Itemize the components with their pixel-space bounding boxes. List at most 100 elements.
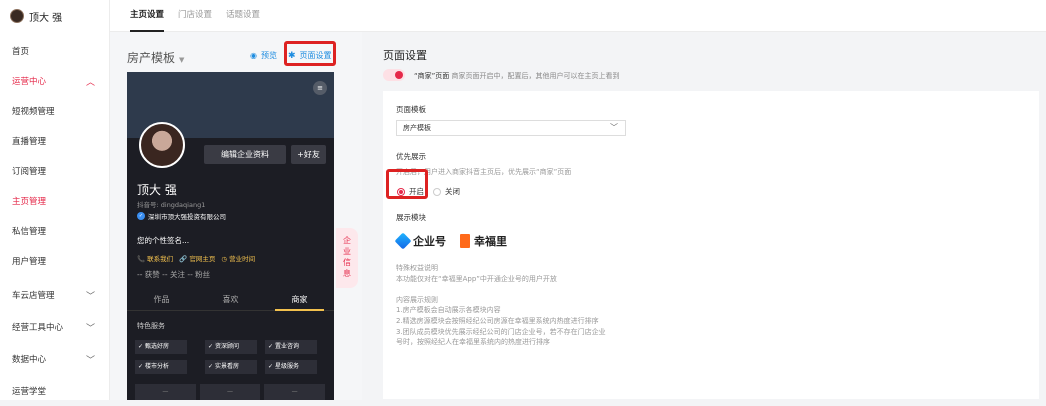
tab-merchant[interactable]: 商家 (265, 289, 334, 311)
company-info-tab[interactable]: 企业信息 (336, 228, 358, 288)
profile-stats: -- 获赞 -- 关注 -- 粉丝 (137, 270, 211, 279)
tab-homepage-settings[interactable]: 主页设置 (130, 0, 165, 32)
sidebar-item-homepage[interactable]: 主页管理 (0, 186, 109, 216)
radio-unselected-icon (433, 187, 441, 196)
desc-line: 号时，按照经纪人在幸福里系统内的热度进行排序 (396, 338, 550, 347)
douyin-id: 抖音号: dingdaqiang1 (137, 201, 206, 209)
menu-icon[interactable]: ≡ (313, 81, 327, 95)
toggle-hint: 商家页面开启中，配置后，其他用户可以在主页上看到 (451, 72, 620, 80)
template-select[interactable]: 房产模板 ﹀ (396, 120, 626, 136)
chevron-down-icon: ﹀ (85, 291, 95, 302)
desc-line: 特殊权益说明 (396, 264, 438, 272)
user-avatar (10, 9, 24, 23)
bottom-cards: — — — (135, 384, 326, 400)
radio-disable-label: 关闭 (445, 187, 460, 196)
chevron-down-icon: ﹀ (85, 323, 95, 334)
sidebar-item-car-store[interactable]: 车云店管理 ﹀ (0, 280, 109, 310)
sidebar-item-data[interactable]: 数据中心 ﹀ (0, 344, 109, 374)
preview-button[interactable]: ◉ 预览 (250, 50, 277, 61)
sidebar-item-label: 运营中心 (12, 77, 47, 87)
tab-store-settings[interactable]: 门店设置 (178, 0, 212, 32)
card-placeholder: — (264, 384, 326, 400)
service-tag: ✓ 星级服务 (265, 360, 317, 374)
module-label: 展示模块 (396, 213, 426, 222)
caret-down-icon: ▼ (179, 56, 185, 64)
phone-preview: ≡ 编辑企业资料 +好友 顶大 强 抖音号: dingdaqiang1 ✓ 深圳市… (127, 72, 334, 400)
module-logos: 企业号 幸福里 (394, 232, 507, 250)
radio-disable[interactable]: 关闭 (433, 186, 460, 197)
service-tag: ✓ 实景看房 (205, 360, 257, 374)
sidebar-item-live[interactable]: 直播管理 (0, 126, 109, 156)
sidebar-nav: 首页 运营中心 ︿ 短视频管理 直播管理 订阅管理 主页管理 私信管理 用户管理 … (0, 32, 109, 406)
preview-label: 预览 (260, 51, 277, 60)
sidebar-item-label: 数据中心 (12, 355, 47, 365)
sidebar-item-label: 运营学堂 (12, 387, 47, 397)
highlight-box (386, 169, 428, 199)
profile-tabs: 作品 喜欢 商家 (127, 289, 334, 311)
enterprise-logo: 企业号 (394, 232, 446, 250)
xingfuli-logo-icon (460, 234, 470, 248)
company-info-label: 企业信息 (343, 236, 351, 278)
chevron-down-icon: ﹀ (85, 355, 95, 366)
merchant-page-toggle[interactable] (383, 69, 405, 81)
sidebar-item-label: 私信管理 (12, 227, 47, 237)
user-name: 顶大 强 (29, 12, 63, 24)
sidebar-item-label: 用户管理 (12, 257, 47, 267)
top-tab-bar: 主页设置 门店设置 话题设置 (110, 0, 1046, 32)
profile-signature: 您的个性签名... (137, 236, 190, 245)
tab-works[interactable]: 作品 (127, 289, 196, 310)
toggle-label: “商家”页面 (414, 72, 450, 80)
sidebar-item-academy[interactable]: 运营学堂 (0, 376, 109, 406)
desc-line (396, 284, 606, 295)
template-select-value: 房产模板 (403, 124, 431, 132)
contact-link[interactable]: 📞 联系我们 (137, 253, 173, 263)
service-tag: ✓ 楼市分析 (135, 360, 187, 374)
desc-line: 2.精选房源模块会按照经纪公司房源在幸福里系统内热度进行排序 (396, 316, 599, 325)
sidebar-item-label: 经营工具中心 (12, 323, 64, 333)
hours-link[interactable]: ◷ 营业时间 (221, 253, 255, 263)
sidebar-item-label: 直播管理 (12, 137, 47, 147)
sidebar-item-label: 首页 (12, 47, 30, 57)
sidebar-item-subscriptions[interactable]: 订阅管理 (0, 156, 109, 186)
service-tag: ✓ 置业咨询 (265, 340, 317, 354)
tab-topic-settings[interactable]: 话题设置 (226, 0, 260, 32)
sidebar: 顶大 强 首页 运营中心 ︿ 短视频管理 直播管理 订阅管理 主页管理 私信管理 … (0, 0, 110, 400)
sidebar-item-videos[interactable]: 短视频管理 (0, 96, 109, 126)
company-name: ✓ 深圳市顶大强投资有限公司 (137, 211, 226, 221)
settings-card: 页面模板 房产模板 ﹀ 优先展示 开启后，用户进入商家抖音主页后，优先展示“商家… (383, 91, 1039, 399)
rules-description: 特殊权益说明 本功能仅对在“幸福里App”中开通企业号的用户开放 内容展示规则 … (396, 263, 606, 348)
profile-avatar (139, 122, 185, 168)
chevron-down-icon: ﹀ (610, 123, 618, 132)
page-title: 页面设置 (383, 49, 427, 62)
desc-line: 1.房产模板会自动展示各模块内容 (396, 306, 501, 315)
highlight-box (284, 41, 336, 66)
sidebar-item-label: 主页管理 (12, 197, 47, 207)
desc-line: 3.团队成员模块优先展示经纪公司的门店企业号，若不存在门店企业 (396, 327, 606, 336)
sidebar-item-users[interactable]: 用户管理 (0, 246, 109, 276)
chevron-up-icon: ︿ (85, 77, 95, 88)
settings-panel: 页面设置 “商家”页面 商家页面开启中，配置后，其他用户可以在主页上看到 页面模… (362, 32, 1046, 400)
edit-company-button[interactable]: 编辑企业资料 (204, 145, 286, 164)
sidebar-item-messages[interactable]: 私信管理 (0, 216, 109, 246)
desc-line: 本功能仅对在“幸福里App”中开通企业号的用户开放 (396, 274, 557, 283)
template-selector[interactable]: 房产模板 ▼ (127, 49, 184, 66)
sidebar-item-home[interactable]: 首页 (0, 36, 109, 66)
sidebar-item-label: 短视频管理 (12, 107, 55, 117)
user-profile[interactable]: 顶大 强 (0, 0, 109, 32)
card-placeholder: — (135, 384, 196, 400)
company-label: 深圳市顶大强投资有限公司 (148, 213, 226, 221)
tab-likes[interactable]: 喜欢 (196, 289, 265, 310)
profile-links: 📞 联系我们 🔗 官网主页 ◷ 营业时间 (137, 253, 255, 263)
card-placeholder: — (199, 384, 261, 400)
services-title: 特色服务 (137, 322, 165, 330)
sidebar-item-tools[interactable]: 经营工具中心 ﹀ (0, 312, 109, 342)
preview-panel: 房产模板 ▼ ◉ 预览 ✱ 页面设置 ≡ 编辑企业资料 +好友 顶大 强 抖音号: d… (110, 32, 362, 400)
verified-icon: ✓ (137, 212, 145, 220)
sidebar-item-label: 车云店管理 (12, 291, 55, 301)
add-friend-button[interactable]: +好友 (291, 145, 326, 164)
website-link[interactable]: 🔗 官网主页 (179, 253, 215, 263)
sidebar-item-operations[interactable]: 运营中心 ︿ (0, 66, 109, 96)
sidebar-item-label: 订阅管理 (12, 167, 47, 177)
service-tag: ✓ 资深顾问 (205, 340, 257, 354)
desc-line: 内容展示规则 (396, 295, 438, 304)
